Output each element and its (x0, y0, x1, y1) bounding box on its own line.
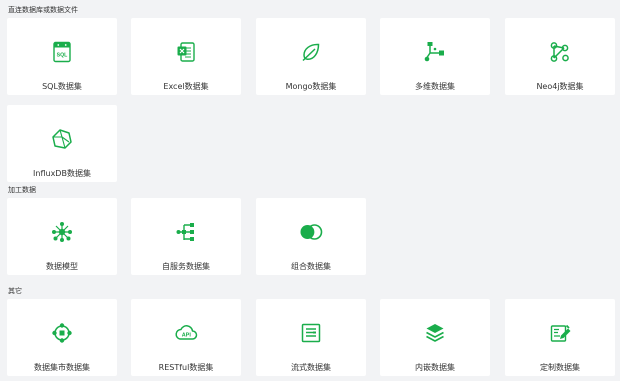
card-excel-dataset[interactable]: Excel数据集 (131, 18, 241, 95)
card-label: 组合数据集 (291, 262, 331, 271)
excel-file-icon (174, 40, 198, 64)
section-title-processed: 加工数据 (8, 186, 36, 194)
card-data-model[interactable]: 数据模型 (7, 198, 117, 275)
cube-axes-icon (423, 40, 447, 64)
card-label: 内嵌数据集 (415, 363, 455, 372)
card-label: Mongo数据集 (285, 82, 337, 91)
svg-text:API: API (182, 332, 192, 338)
combine-circles-icon (299, 220, 323, 244)
card-combined-dataset[interactable]: 组合数据集 (256, 198, 366, 275)
section-title-direct: 直连数据库或数据文件 (8, 6, 78, 14)
card-label: 流式数据集 (291, 363, 331, 372)
data-mart-icon (50, 321, 74, 345)
card-mongo-dataset[interactable]: Mongo数据集 (256, 18, 366, 95)
section-title-other: 其它 (8, 287, 22, 295)
stream-document-icon (299, 321, 323, 345)
card-sql-dataset[interactable]: SQL SQL数据集 (7, 18, 117, 95)
card-label: RESTful数据集 (158, 363, 214, 372)
card-label: Neo4j数据集 (536, 82, 584, 91)
card-custom-dataset[interactable]: 定制数据集 (505, 299, 615, 376)
card-multidim-dataset[interactable]: 多维数据集 (380, 18, 490, 95)
custom-edit-icon (548, 321, 572, 345)
card-label: 多维数据集 (415, 82, 455, 91)
card-label: InfluxDB数据集 (33, 169, 91, 178)
card-label: SQL数据集 (42, 82, 82, 91)
card-data-mart-dataset[interactable]: 数据集市数据集 (7, 299, 117, 376)
graph-nodes-icon (548, 40, 572, 64)
layers-stack-icon (423, 321, 447, 345)
sql-file-icon: SQL (50, 40, 74, 64)
card-label: 数据模型 (46, 262, 78, 271)
card-label: 数据集市数据集 (34, 363, 90, 372)
card-label: 自服务数据集 (162, 262, 210, 271)
influx-polyhedron-icon (50, 127, 74, 151)
card-label: 定制数据集 (540, 363, 580, 372)
api-cloud-icon: API (174, 321, 198, 345)
self-service-flow-icon (174, 220, 198, 244)
card-embedded-dataset[interactable]: 内嵌数据集 (380, 299, 490, 376)
card-stream-dataset[interactable]: 流式数据集 (256, 299, 366, 376)
mongo-leaf-icon (299, 40, 323, 64)
card-label: Excel数据集 (163, 82, 209, 91)
card-neo4j-dataset[interactable]: Neo4j数据集 (505, 18, 615, 95)
data-model-network-icon (50, 220, 74, 244)
card-restful-dataset[interactable]: API RESTful数据集 (131, 299, 241, 376)
svg-text:SQL: SQL (57, 53, 68, 59)
card-self-service-dataset[interactable]: 自服务数据集 (131, 198, 241, 275)
card-influxdb-dataset[interactable]: InfluxDB数据集 (7, 105, 117, 182)
